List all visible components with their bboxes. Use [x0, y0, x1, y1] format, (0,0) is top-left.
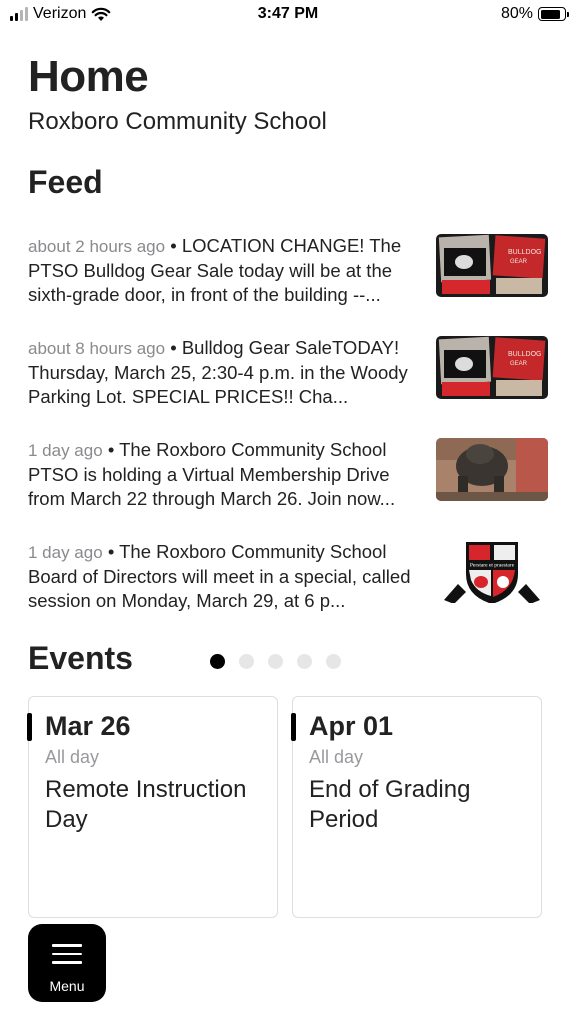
feed-item[interactable]: about 8 hours ago • Bulldog Gear SaleTOD…: [28, 336, 548, 408]
feed-item[interactable]: about 2 hours ago • LOCATION CHANGE! The…: [28, 234, 548, 306]
bulldog-gear-photo[interactable]: BULLDOG GEAR: [436, 336, 548, 399]
feed-item-text: 1 day ago • The Roxboro Community School…: [28, 438, 428, 510]
feed-item-time: 1 day ago: [28, 543, 103, 562]
svg-text:BULLDOG: BULLDOG: [508, 249, 541, 256]
school-crest-logo[interactable]: Perstare et praestare: [436, 540, 548, 603]
svg-text:BULLDOG: BULLDOG: [508, 351, 541, 358]
event-card[interactable]: Mar 26 All day Remote Instruction Day: [27, 696, 278, 918]
page-dot[interactable]: [239, 654, 254, 669]
feed-heading: Feed: [28, 164, 103, 200]
battery-percentage: 80%: [500, 5, 533, 22]
event-title: End of Grading Period: [309, 776, 471, 833]
event-date: Mar 26: [45, 711, 131, 741]
page-dot[interactable]: [268, 654, 283, 669]
svg-text:GEAR: GEAR: [510, 361, 528, 367]
event-card[interactable]: Apr 01 All day End of Grading Period: [291, 696, 542, 918]
feed-item-time: 1 day ago: [28, 441, 103, 460]
feed-item[interactable]: 1 day ago • The Roxboro Community School…: [28, 438, 548, 510]
event-date: Apr 01: [309, 711, 394, 741]
school-name: Roxboro Community School: [28, 108, 327, 135]
bulldog-gear-photo[interactable]: BULLDOG GEAR: [436, 234, 548, 297]
page-dot[interactable]: [297, 654, 312, 669]
event-accent-bar: [291, 713, 296, 741]
status-bar: Verizon 3:47 PM 80%: [0, 0, 576, 30]
feed-item-time: about 2 hours ago: [28, 237, 166, 256]
event-title: Remote Instruction Day: [45, 776, 247, 833]
svg-text:Perstare et praestare: Perstare et praestare: [470, 563, 515, 569]
page-dot[interactable]: [210, 654, 225, 669]
feed-item[interactable]: 1 day ago • The Roxboro Community School…: [28, 540, 548, 612]
page-title: Home: [28, 52, 149, 101]
feed-item-text: about 2 hours ago • LOCATION CHANGE! The…: [28, 234, 428, 306]
feed-item-time: about 8 hours ago: [28, 339, 166, 358]
events-heading: Events: [28, 640, 133, 676]
feed-item-text: 1 day ago • The Roxboro Community School…: [28, 540, 428, 612]
event-accent-bar: [27, 713, 32, 741]
battery-icon: [538, 7, 569, 21]
event-time: All day: [45, 747, 100, 767]
hamburger-icon: [52, 944, 82, 964]
bulldog-statue-photo[interactable]: [436, 438, 548, 501]
menu-label: Menu: [49, 978, 85, 994]
feed-item-text: about 8 hours ago • Bulldog Gear SaleTOD…: [28, 336, 428, 408]
status-bar-time: 3:47 PM: [257, 5, 319, 22]
event-time: All day: [309, 747, 364, 767]
svg-text:GEAR: GEAR: [510, 259, 528, 265]
menu-button[interactable]: Menu: [28, 924, 106, 1002]
events-pagination[interactable]: [210, 654, 341, 669]
status-bar-right: 80%: [500, 5, 569, 23]
page-dot[interactable]: [326, 654, 341, 669]
